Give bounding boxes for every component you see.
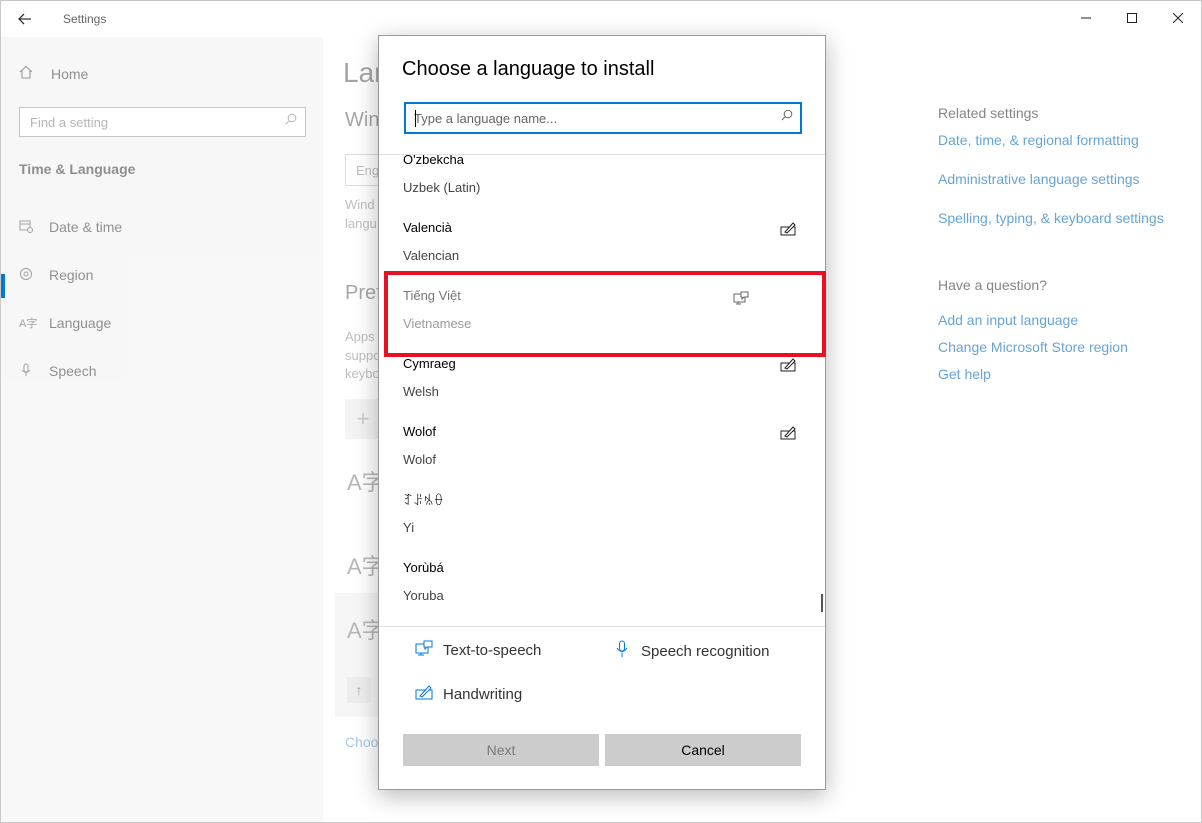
- language-native-name: O'zbekcha: [403, 155, 465, 167]
- language-english-name: Yi: [403, 520, 415, 535]
- handwriting-icon: [780, 222, 796, 239]
- language-english-name: Welsh: [403, 384, 439, 399]
- language-native-name: Tiếng Việt: [403, 288, 461, 303]
- globe-icon: [19, 267, 39, 284]
- text-caret: [415, 110, 416, 127]
- feature-legend: Text-to-speech Speech recognition Handwr…: [379, 636, 825, 726]
- legend-tts-label: Text-to-speech: [443, 641, 542, 659]
- microphone-icon: [19, 363, 39, 380]
- dialog-title: Choose a language to install: [402, 58, 655, 80]
- sidebar-item-label: Speech: [49, 363, 97, 379]
- find-setting-input[interactable]: Find a setting: [19, 107, 306, 137]
- home-icon: [19, 65, 39, 82]
- list-item[interactable]: Yorùbá Yoruba: [379, 560, 825, 626]
- text-to-speech-icon: [413, 640, 435, 660]
- sidebar-item-label: Date & time: [49, 219, 123, 235]
- section-preferred: Pref: [345, 282, 382, 304]
- list-item[interactable]: Cymraeg Welsh: [379, 356, 825, 424]
- legend-text-to-speech: Text-to-speech: [413, 640, 541, 660]
- title-bar: Settings: [1, 1, 1201, 37]
- text-to-speech-icon: [733, 291, 749, 308]
- handwriting-icon: [413, 684, 435, 704]
- language-search-input[interactable]: [414, 109, 764, 127]
- section-title: Time & Language: [19, 161, 136, 177]
- cancel-button[interactable]: Cancel: [605, 734, 801, 766]
- settings-window: Settings Home Find a setting Time & Lang…: [0, 0, 1202, 823]
- list-item[interactable]: Wolof Wolof: [379, 424, 825, 492]
- choose-link[interactable]: Choo: [345, 734, 378, 750]
- language-english-name: Yoruba: [403, 588, 444, 603]
- preferred-desc-1: Apps: [345, 329, 375, 344]
- language-english-name: Vietnamese: [403, 316, 472, 331]
- nav-home[interactable]: Home: [19, 65, 88, 82]
- choose-language-dialog: Choose a language to install O'zbekcha U…: [378, 35, 826, 790]
- language-english-name: Wolof: [403, 452, 436, 467]
- sidebar-item-date-time[interactable]: Date & time: [19, 215, 122, 239]
- language-native-name: ꆈꌠꁱꂷ: [403, 493, 444, 508]
- active-indicator: [1, 274, 5, 298]
- question-heading: Have a question?: [938, 277, 1047, 293]
- link-store-region[interactable]: Change Microsoft Store region: [938, 339, 1128, 355]
- language-english-name: Uzbek (Latin): [403, 180, 481, 195]
- preferred-desc-2: suppo: [345, 348, 381, 363]
- link-get-help[interactable]: Get help: [938, 366, 991, 382]
- move-up-button[interactable]: ↑: [347, 677, 371, 703]
- calendar-clock-icon: [19, 219, 39, 236]
- language-native-name: Cymraeg: [403, 356, 456, 371]
- back-arrow-icon[interactable]: [9, 5, 41, 33]
- language-native-name: Valencià: [403, 220, 452, 235]
- language-native-name: Yorùbá: [403, 560, 444, 575]
- search-icon: [285, 113, 297, 128]
- list-item[interactable]: O'zbekcha Uzbek (Latin): [379, 155, 825, 220]
- section-windows-display: Win: [345, 109, 380, 131]
- display-language-desc-2: langu: [345, 216, 377, 231]
- scrollbar[interactable]: [821, 594, 823, 612]
- language-english-name: Valencian: [403, 248, 460, 263]
- close-button[interactable]: [1155, 1, 1201, 35]
- link-spelling-typing[interactable]: Spelling, typing, & keyboard settings: [938, 210, 1164, 226]
- legend-handwriting: Handwriting: [413, 684, 522, 704]
- sidebar-item-label: Language: [49, 315, 112, 331]
- display-language-desc: Wind: [345, 197, 375, 212]
- list-item: Tiếng Việt Vietnamese: [379, 288, 825, 356]
- language-search-box[interactable]: [404, 102, 802, 134]
- link-add-input-language[interactable]: Add an input language: [938, 312, 1078, 328]
- home-label: Home: [51, 65, 89, 82]
- sidebar-item-region[interactable]: Region: [19, 263, 93, 287]
- add-language-button[interactable]: +: [345, 399, 381, 439]
- preferred-desc-3: keybo: [345, 366, 380, 381]
- sidebar-item-language[interactable]: A字 Language: [19, 311, 111, 335]
- legend-handwriting-label: Handwriting: [443, 685, 523, 703]
- list-item[interactable]: ꆈꌠꁱꂷ Yi: [379, 492, 825, 560]
- find-setting-placeholder: Find a setting: [30, 115, 109, 130]
- app-title: Settings: [63, 12, 107, 26]
- handwriting-icon: [780, 358, 796, 375]
- link-regional-formatting[interactable]: Date, time, & regional formatting: [938, 132, 1139, 148]
- sidebar-item-speech[interactable]: Speech: [19, 359, 96, 383]
- minimize-button[interactable]: [1063, 1, 1109, 35]
- link-admin-language[interactable]: Administrative language settings: [938, 171, 1140, 187]
- language-icon: A字: [19, 318, 38, 330]
- sidebar: Home Find a setting Time & Language Date…: [1, 37, 323, 822]
- divider: [379, 626, 825, 627]
- maximize-button[interactable]: [1109, 1, 1155, 35]
- microphone-icon: [611, 640, 633, 662]
- search-icon: [781, 109, 793, 124]
- language-list: O'zbekcha Uzbek (Latin) Valencià Valenci…: [379, 155, 825, 626]
- list-item[interactable]: Valencià Valencian: [379, 220, 825, 288]
- next-button[interactable]: Next: [403, 734, 599, 766]
- sidebar-item-label: Region: [49, 267, 94, 283]
- legend-speech-recognition: Speech recognition: [611, 640, 769, 662]
- handwriting-icon: [780, 426, 796, 443]
- legend-speech-label: Speech recognition: [641, 642, 770, 660]
- language-native-name: Wolof: [403, 424, 436, 439]
- related-settings-heading: Related settings: [938, 105, 1039, 121]
